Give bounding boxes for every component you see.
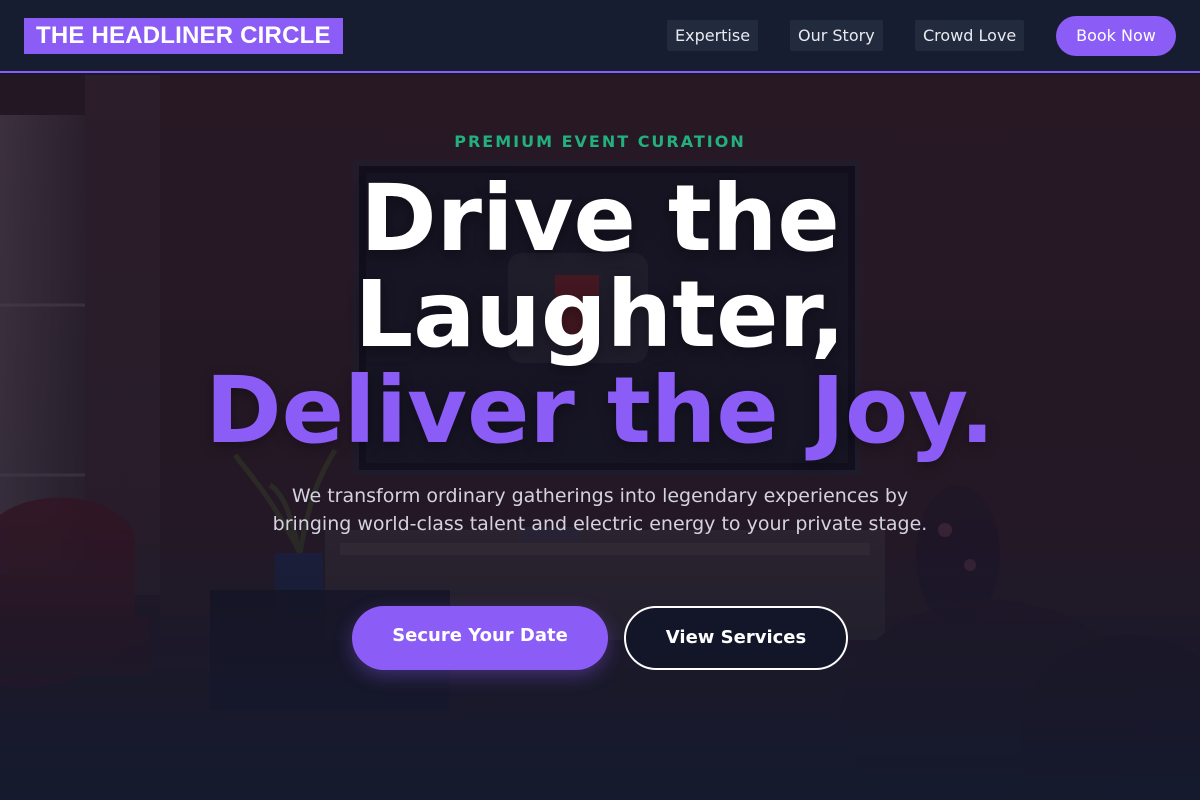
hero-section: PREMIUM EVENT CURATION Drive the Laughte… bbox=[0, 75, 1200, 800]
headline-accent: Deliver the Joy. bbox=[205, 357, 995, 464]
top-navbar: THE HEADLINER CIRCLE Expertise Our Story… bbox=[0, 0, 1200, 73]
hero-subcopy: We transform ordinary gatherings into le… bbox=[272, 485, 928, 535]
nav-link-expertise[interactable]: Expertise bbox=[667, 20, 759, 51]
nav-link-our-story[interactable]: Our Story bbox=[790, 20, 883, 51]
headline-line-2: Laughter, bbox=[354, 261, 846, 368]
headline-line-1: Drive the bbox=[360, 165, 840, 272]
hero-headline: Drive the Laughter, Deliver the Joy. bbox=[0, 171, 1200, 459]
secure-your-date-button[interactable]: Secure Your Date bbox=[352, 606, 608, 670]
view-services-button[interactable]: View Services bbox=[624, 606, 848, 670]
book-now-button[interactable]: Book Now bbox=[1056, 16, 1176, 56]
hero-eyebrow: PREMIUM EVENT CURATION bbox=[454, 132, 746, 151]
brand-logo[interactable]: THE HEADLINER CIRCLE bbox=[24, 18, 343, 54]
nav-link-crowd-love[interactable]: Crowd Love bbox=[915, 20, 1025, 51]
